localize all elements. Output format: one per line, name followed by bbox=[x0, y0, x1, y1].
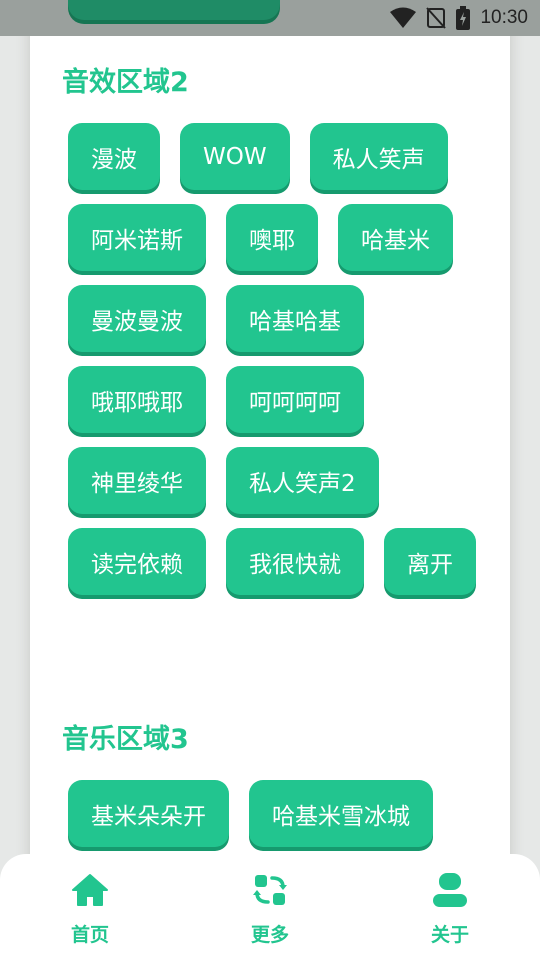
sound-button[interactable]: 哈基哈基 bbox=[226, 285, 364, 352]
no-signal-icon bbox=[426, 7, 447, 29]
sound-button[interactable]: 我很快就 bbox=[226, 528, 364, 595]
section-title-music: 音乐区域3 bbox=[62, 724, 189, 755]
battery-icon bbox=[456, 6, 471, 30]
nav-item-more[interactable]: 更多 bbox=[230, 870, 310, 947]
sound-button[interactable]: 曼波曼波 bbox=[68, 285, 206, 352]
status-icons: 10:30 bbox=[390, 0, 528, 36]
wifi-icon bbox=[390, 7, 417, 29]
music-button[interactable]: 基米朵朵开 bbox=[68, 780, 229, 847]
sound-button[interactable]: 漫波 bbox=[68, 123, 160, 190]
refresh-icon bbox=[252, 870, 288, 910]
nav-item-about[interactable]: 关于 bbox=[410, 870, 490, 947]
status-time: 10:30 bbox=[480, 7, 528, 28]
sound-button[interactable]: 私人笑声2 bbox=[226, 447, 379, 514]
bottom-navigation: 首页 更多 关于 bbox=[0, 854, 540, 960]
section-title-sfx: 音效区域2 bbox=[62, 67, 189, 98]
sound-button[interactable]: 阿米诺斯 bbox=[68, 204, 206, 271]
sound-button[interactable]: 哈基米 bbox=[338, 204, 453, 271]
sound-button[interactable]: 离开 bbox=[384, 528, 476, 595]
sound-button[interactable]: 噢耶 bbox=[226, 204, 318, 271]
music-button[interactable]: 哈基米雪冰城 bbox=[249, 780, 433, 847]
sound-button[interactable]: 神里绫华 bbox=[68, 447, 206, 514]
user-icon bbox=[431, 870, 469, 910]
nav-label: 首页 bbox=[70, 924, 109, 946]
home-icon bbox=[71, 870, 109, 910]
nav-label: 更多 bbox=[250, 924, 289, 946]
scrolled-button[interactable] bbox=[68, 0, 280, 20]
sound-button[interactable]: 读完依赖 bbox=[68, 528, 206, 595]
sound-button[interactable]: 哦耶哦耶 bbox=[68, 366, 206, 433]
sound-button[interactable]: WOW bbox=[180, 123, 290, 190]
nav-label: 关于 bbox=[430, 924, 469, 946]
sound-button[interactable]: 私人笑声 bbox=[309, 123, 448, 190]
nav-item-home[interactable]: 首页 bbox=[50, 870, 130, 947]
sfx-button-grid: 漫波 WOW 私人笑声 阿米诺斯 噢耶 哈基米 曼波曼波 哈基哈基 哦耶哦耶 呵… bbox=[68, 123, 488, 595]
music-button-grid: 基米朵朵开 哈基米雪冰城 bbox=[68, 780, 488, 847]
sound-button[interactable]: 呵呵呵呵 bbox=[226, 366, 364, 433]
